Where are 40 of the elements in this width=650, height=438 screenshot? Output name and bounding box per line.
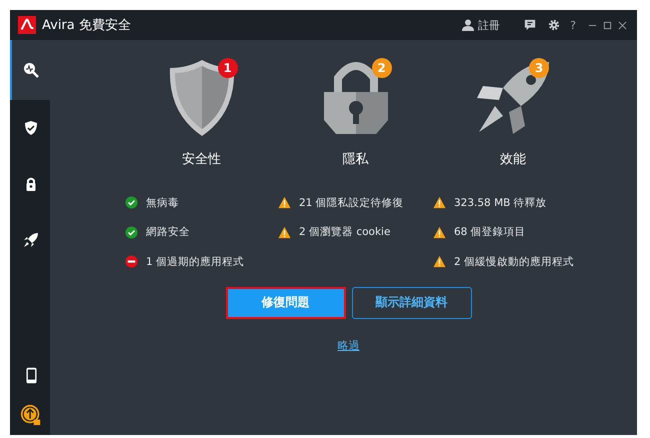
upgrade-icon[interactable] bbox=[20, 404, 42, 426]
count-badge: 1 bbox=[218, 58, 238, 78]
status-text: 323.58 MB 待釋放 bbox=[454, 196, 547, 210]
status-text: 21 個隱私設定待修復 bbox=[299, 196, 404, 210]
status-text: 68 個登錄項目 bbox=[454, 225, 526, 240]
warning-icon bbox=[278, 226, 291, 239]
check-icon bbox=[125, 196, 138, 210]
blocked-icon bbox=[125, 255, 138, 268]
status-text: 網路安全 bbox=[146, 225, 190, 240]
rocket-icon bbox=[23, 232, 39, 248]
chat-icon[interactable] bbox=[524, 19, 536, 31]
category-title: 效能 bbox=[500, 151, 526, 168]
window-title: Avira 免費安全 bbox=[42, 17, 131, 34]
warning-icon bbox=[433, 255, 446, 268]
category-title: 隱私 bbox=[342, 151, 368, 168]
warning-icon bbox=[278, 196, 291, 210]
check-icon bbox=[125, 226, 138, 239]
count-badge: 2 bbox=[372, 58, 392, 78]
user-icon[interactable] bbox=[462, 19, 474, 31]
skip-link[interactable]: 略過 bbox=[328, 338, 360, 352]
category-title: 安全性 bbox=[182, 151, 221, 168]
status-text: 2 個瀏覽器 cookie bbox=[299, 225, 390, 240]
close-icon[interactable] bbox=[618, 20, 627, 30]
fix-button[interactable]: 修復問題 bbox=[226, 286, 346, 318]
details-button[interactable]: 顯示詳細資料 bbox=[352, 286, 472, 318]
status-text: 無病毒 bbox=[146, 196, 179, 210]
phone-icon[interactable] bbox=[26, 366, 36, 384]
count-badge: 3 bbox=[529, 58, 549, 78]
warning-icon bbox=[433, 226, 446, 239]
warning-icon bbox=[433, 196, 446, 210]
maximize-icon[interactable] bbox=[603, 20, 612, 30]
search-icon bbox=[23, 62, 39, 78]
help-button[interactable]: ? bbox=[570, 18, 576, 32]
status-text: 1 個過期的應用程式 bbox=[146, 254, 244, 269]
status-text: 2 個緩慢啟動的應用程式 bbox=[454, 254, 574, 269]
settings-icon[interactable] bbox=[548, 19, 560, 31]
register-link[interactable]: 註冊 bbox=[478, 18, 500, 32]
shield-icon bbox=[23, 120, 39, 136]
sidebar-item[interactable] bbox=[10, 40, 50, 100]
logo-icon bbox=[18, 16, 36, 34]
